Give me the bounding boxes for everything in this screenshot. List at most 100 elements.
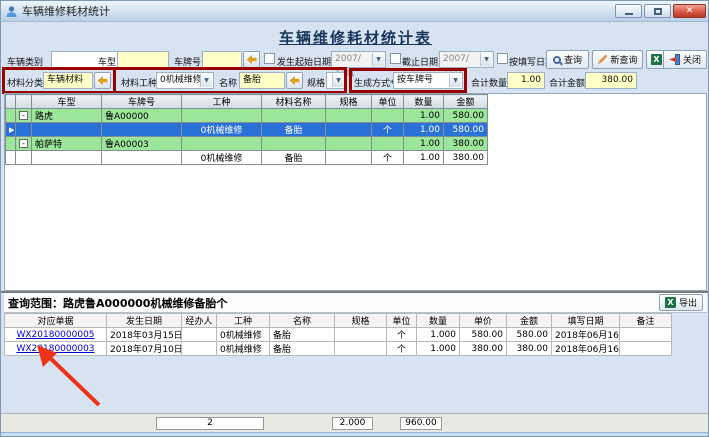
start-date-checkbox[interactable] bbox=[264, 53, 275, 64]
spec-select[interactable]: ▼ bbox=[326, 72, 346, 89]
summary-total-qty: 2.000 bbox=[332, 417, 373, 430]
query-scope-title: 查询范围：路虎鲁A000000机械维修备胎个 bbox=[8, 295, 659, 311]
vehicle-model-input[interactable] bbox=[117, 51, 169, 68]
col-header[interactable]: 金额 bbox=[507, 314, 552, 328]
end-date-picker[interactable]: 2007/ 1/31▼ bbox=[439, 51, 494, 68]
col-header[interactable]: 发生日期 bbox=[107, 314, 182, 328]
close-button[interactable]: ✕ bbox=[673, 4, 706, 18]
minimize-icon bbox=[625, 13, 633, 15]
table-row-group[interactable]: - 路虎 鲁A00000 1.00 580.00 bbox=[6, 109, 488, 123]
app-icon bbox=[5, 5, 18, 18]
filter-icon bbox=[290, 76, 300, 85]
chevron-down-icon[interactable]: ▼ bbox=[200, 74, 212, 87]
main-table: 车型 车牌号 工种 材料名称 规格 单位 数量 金额 - 路虎 鲁A00000 … bbox=[5, 94, 488, 165]
maximize-button[interactable] bbox=[644, 4, 671, 18]
excel-icon: X bbox=[651, 54, 662, 65]
window-title: 车辆维修耗材统计 bbox=[22, 3, 615, 19]
material-category-label: 材料分类 bbox=[7, 76, 43, 89]
document-link[interactable]: WX20180000003 bbox=[8, 344, 103, 354]
plate-input[interactable] bbox=[202, 51, 242, 68]
name-input[interactable]: 备胎 bbox=[239, 72, 285, 89]
col-header[interactable]: 数量 bbox=[404, 95, 444, 109]
chevron-down-icon[interactable]: ▼ bbox=[332, 74, 344, 87]
col-header[interactable]: 对应单据 bbox=[5, 314, 107, 328]
vehicle-category-label: 车辆类别 bbox=[7, 55, 43, 68]
col-header[interactable]: 数量 bbox=[417, 314, 460, 328]
col-header[interactable]: 工种 bbox=[182, 95, 262, 109]
title-bar: 车辆维修耗材统计 ✕ bbox=[1, 1, 709, 22]
col-header[interactable]: 单位 bbox=[372, 95, 404, 109]
close-form-button[interactable]: 关闭 bbox=[663, 50, 707, 69]
plate-label: 车牌号 bbox=[174, 55, 201, 68]
minimize-button[interactable] bbox=[615, 4, 642, 18]
end-date-checkbox[interactable] bbox=[390, 53, 401, 64]
page-title: 车辆维修耗材统计表 bbox=[1, 27, 709, 48]
maximize-icon bbox=[654, 8, 662, 15]
total-qty-value: 1.00 bbox=[507, 72, 545, 89]
close-icon: ✕ bbox=[686, 6, 694, 16]
main-grid-panel: 车型 车牌号 工种 材料名称 规格 单位 数量 金额 - 路虎 鲁A00000 … bbox=[4, 93, 707, 291]
col-header[interactable]: 单位 bbox=[387, 314, 417, 328]
search-icon bbox=[553, 56, 561, 64]
summary-count: 2 bbox=[156, 417, 264, 430]
table-row-group[interactable]: - 帕萨特 鲁A00003 1.00 380.00 bbox=[6, 137, 488, 151]
collapse-icon[interactable]: - bbox=[19, 139, 28, 148]
col-header[interactable]: 填写日期 bbox=[552, 314, 620, 328]
query-table-row[interactable]: WX20180000005 2018年03月15日 0机械维修 备胎 个 1.0… bbox=[5, 328, 672, 342]
main-table-header-row: 车型 车牌号 工种 材料名称 规格 单位 数量 金额 bbox=[6, 95, 488, 109]
query-export-button[interactable]: X 导出 bbox=[659, 294, 703, 311]
table-row[interactable]: 0机械维修 备胎 个 1.00 380.00 bbox=[6, 151, 488, 165]
material-category-input[interactable]: 车辆材料 bbox=[43, 72, 93, 89]
row-pointer-icon: ▶ bbox=[9, 126, 14, 134]
total-amount-label: 合计金额 bbox=[549, 76, 585, 89]
col-header[interactable]: 名称 bbox=[270, 314, 335, 328]
col-header[interactable]: 工种 bbox=[217, 314, 270, 328]
vehicle-model-label: 车型 bbox=[98, 55, 116, 68]
gen-mode-label: 生成方式* bbox=[354, 76, 395, 89]
status-bar: 2 2.000 960.00 bbox=[1, 413, 709, 433]
material-worktype-label: 材料工种 bbox=[121, 76, 157, 89]
new-query-button[interactable]: 新查询 bbox=[592, 50, 643, 69]
col-header[interactable]: 金额 bbox=[444, 95, 488, 109]
excel-icon: X bbox=[665, 297, 676, 308]
start-date-label: 发生起始日期 bbox=[277, 55, 331, 68]
col-header[interactable]: 规格 bbox=[326, 95, 372, 109]
app-window: 车辆维修耗材统计 ✕ 车辆维修耗材统计表 车辆类别 ▼ 车型 车牌号 发生起始日… bbox=[0, 0, 709, 437]
chevron-down-icon[interactable]: ▼ bbox=[449, 74, 461, 87]
material-worktype-select[interactable]: 0机械维修▼ bbox=[156, 72, 214, 89]
chevron-down-icon: ▼ bbox=[372, 53, 384, 66]
query-table-row[interactable]: WX20180000003 2018年07月10日 0机械维修 备胎 个 1.0… bbox=[5, 342, 672, 356]
filter-icon bbox=[247, 55, 257, 64]
material-category-filter-button[interactable] bbox=[94, 72, 111, 89]
col-header[interactable]: 经办人 bbox=[182, 314, 217, 328]
plate-filter-button[interactable] bbox=[243, 51, 260, 68]
summary-total-amount: 960.00 bbox=[400, 417, 442, 430]
col-header[interactable]: 车型 bbox=[32, 95, 102, 109]
start-date-picker[interactable]: 2007/ 1/31▼ bbox=[331, 51, 386, 68]
pencil-icon bbox=[597, 55, 607, 65]
filter-icon bbox=[98, 76, 108, 85]
col-header[interactable]: 车牌号 bbox=[102, 95, 182, 109]
total-qty-label: 合计数量 bbox=[471, 76, 507, 89]
gen-mode-select[interactable]: 按车牌号▼ bbox=[393, 72, 463, 89]
query-section-header: 查询范围：路虎鲁A000000机械维修备胎个 X 导出 bbox=[4, 293, 707, 313]
col-header[interactable]: 规格 bbox=[335, 314, 387, 328]
window-bottom-edge bbox=[1, 432, 709, 437]
query-button[interactable]: 查询 bbox=[546, 50, 589, 69]
document-link[interactable]: WX20180000005 bbox=[8, 330, 103, 340]
exit-icon bbox=[669, 54, 680, 65]
total-amount-value: 380.00 bbox=[585, 72, 637, 89]
name-filter-button[interactable] bbox=[286, 72, 303, 89]
query-table-header-row: 对应单据 发生日期 经办人 工种 名称 规格 单位 数量 单价 金额 填写日期 … bbox=[5, 314, 672, 328]
col-header[interactable]: 材料名称 bbox=[262, 95, 326, 109]
chevron-down-icon: ▼ bbox=[480, 53, 492, 66]
name-label: 名称 bbox=[219, 76, 237, 89]
table-row-selected[interactable]: ▶ 0机械维修 备胎 个 1.00 580.00 bbox=[6, 123, 488, 137]
spec-label: 规格 bbox=[307, 76, 325, 89]
by-fill-date-checkbox[interactable] bbox=[497, 53, 508, 64]
end-date-label: 截止日期 bbox=[402, 55, 438, 68]
col-header[interactable]: 备注 bbox=[620, 314, 672, 328]
col-header[interactable]: 单价 bbox=[460, 314, 507, 328]
query-table: 对应单据 发生日期 经办人 工种 名称 规格 单位 数量 单价 金额 填写日期 … bbox=[4, 313, 672, 356]
collapse-icon[interactable]: - bbox=[19, 111, 28, 120]
